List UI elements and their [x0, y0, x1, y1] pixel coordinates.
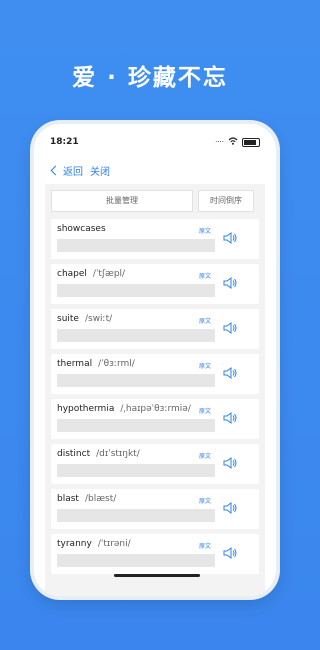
word-phonetic: /ˈtʃæpl/	[92, 269, 126, 279]
word-phonetic: /ˌhaɪpəˈθɜːrmiə/	[120, 404, 191, 414]
word-phonetic: /blæst/	[84, 494, 117, 504]
speaker-icon[interactable]	[223, 411, 237, 425]
nav-bar: 返回 关闭	[34, 158, 276, 180]
batch-manage-button[interactable]: 批量管理	[51, 190, 193, 212]
word-text: thermal	[57, 359, 93, 369]
word-line: blast/blæst/	[57, 494, 116, 504]
word-line: thermal/ˈθɜːrml/	[57, 359, 135, 369]
word-card[interactable]: chapel/ˈtʃæpl/ 原文	[51, 264, 259, 304]
home-indicator[interactable]	[114, 574, 200, 577]
definition-placeholder	[57, 509, 215, 522]
action-row: 批量管理 时间倒序	[51, 190, 259, 212]
word-line: suite/swiːt/	[57, 314, 112, 324]
speaker-icon[interactable]	[223, 321, 237, 335]
phone-frame: 18:21 ···· 返回 关闭 批量管理 时间倒序 showcases 原文	[34, 124, 276, 596]
status-icons: ····	[215, 137, 260, 147]
speaker-icon[interactable]	[223, 231, 237, 245]
word-list-area: 批量管理 时间倒序 showcases 原文 chapel/ˈtʃæpl/ 原文…	[45, 184, 265, 596]
close-button[interactable]: 关闭	[90, 163, 110, 178]
speaker-icon[interactable]	[223, 501, 237, 515]
source-link[interactable]: 原文	[199, 361, 211, 370]
definition-placeholder	[57, 284, 215, 297]
promo-headline: 爱 · 珍藏不忘	[72, 65, 228, 91]
word-card[interactable]: distinct/dɪˈstɪŋkt/ 原文	[51, 444, 259, 484]
word-card[interactable]: thermal/ˈθɜːrml/ 原文	[51, 354, 259, 394]
back-label: 返回	[63, 167, 83, 178]
back-button[interactable]: 返回	[50, 163, 83, 178]
definition-placeholder	[57, 554, 215, 567]
sort-time-desc-button[interactable]: 时间倒序	[198, 190, 254, 212]
word-text: hypothermia	[57, 404, 115, 414]
word-text: showcases	[57, 224, 106, 234]
definition-placeholder	[57, 464, 215, 477]
source-link[interactable]: 原文	[199, 271, 211, 280]
speaker-icon[interactable]	[223, 366, 237, 380]
word-line: tyranny/ˈtɪrəni/	[57, 539, 131, 549]
wifi-icon	[228, 137, 238, 147]
word-phonetic: /swiːt/	[84, 314, 113, 324]
source-link[interactable]: 原文	[199, 406, 211, 415]
word-phonetic: /dɪˈstɪŋkt/	[96, 449, 140, 459]
status-time: 18:21	[50, 137, 79, 147]
definition-placeholder	[57, 374, 215, 387]
definition-placeholder	[57, 419, 215, 432]
word-card[interactable]: hypothermia/ˌhaɪpəˈθɜːrmiə/ 原文	[51, 399, 259, 439]
battery-icon	[242, 137, 260, 147]
word-line: hypothermia/ˌhaɪpəˈθɜːrmiə/	[57, 404, 191, 414]
word-text: suite	[57, 314, 79, 324]
speaker-icon[interactable]	[223, 276, 237, 290]
signal-icon: ····	[215, 138, 224, 146]
word-line: distinct/dɪˈstɪŋkt/	[57, 449, 140, 459]
status-bar: 18:21 ····	[34, 124, 276, 154]
word-text: tyranny	[57, 539, 92, 549]
word-card[interactable]: showcases 原文	[51, 219, 259, 259]
speaker-icon[interactable]	[223, 546, 237, 560]
source-link[interactable]: 原文	[199, 316, 211, 325]
source-link[interactable]: 原文	[199, 541, 211, 550]
word-card[interactable]: suite/swiːt/ 原文	[51, 309, 259, 349]
definition-placeholder	[57, 239, 215, 252]
word-line: chapel/ˈtʃæpl/	[57, 269, 125, 279]
source-link[interactable]: 原文	[199, 226, 211, 235]
word-line: showcases	[57, 224, 112, 234]
word-text: distinct	[57, 449, 91, 459]
source-link[interactable]: 原文	[199, 496, 211, 505]
word-card[interactable]: blast/blæst/ 原文	[51, 489, 259, 529]
speaker-icon[interactable]	[223, 456, 237, 470]
word-phonetic: /ˈθɜːrml/	[98, 359, 135, 369]
definition-placeholder	[57, 329, 215, 342]
word-phonetic: /ˈtɪrəni/	[97, 539, 131, 549]
chevron-left-icon	[50, 165, 61, 176]
word-text: chapel	[57, 269, 87, 279]
word-text: blast	[57, 494, 79, 504]
word-card[interactable]: tyranny/ˈtɪrəni/ 原文	[51, 534, 259, 574]
source-link[interactable]: 原文	[199, 451, 211, 460]
word-list: showcases 原文 chapel/ˈtʃæpl/ 原文 suite/swi…	[51, 219, 259, 579]
